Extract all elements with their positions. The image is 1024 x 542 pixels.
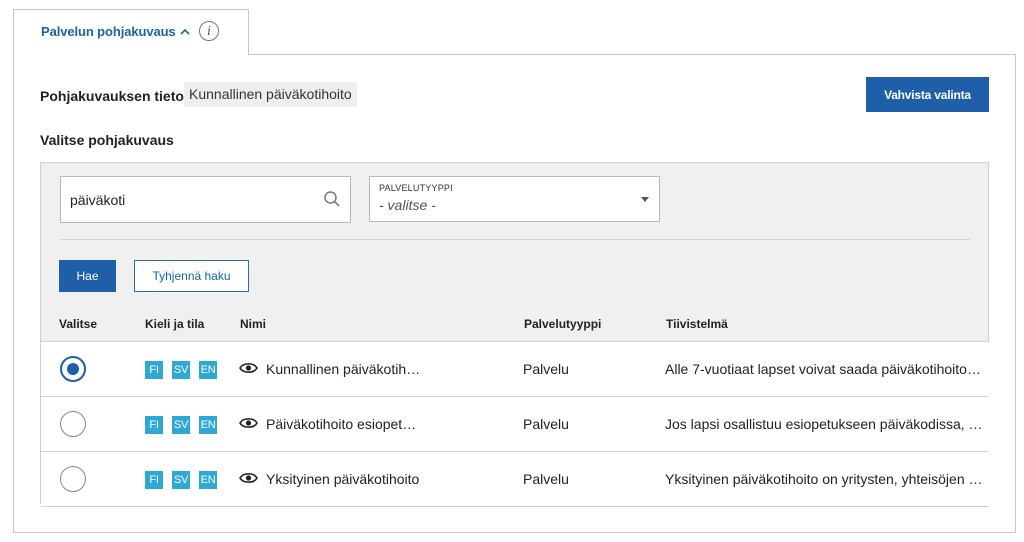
- template-summary: Yksityinen päiväkotihoito on yritysten, …: [665, 471, 983, 487]
- tab-label: Palvelun pohjakuvaus: [41, 24, 176, 39]
- select-radio[interactable]: [60, 411, 86, 437]
- divider: [60, 239, 970, 240]
- search-icon[interactable]: [323, 190, 341, 208]
- eye-icon[interactable]: [239, 361, 258, 375]
- select-radio[interactable]: [60, 356, 86, 382]
- template-type: Palvelu: [523, 416, 569, 432]
- language-badge-en: EN: [199, 471, 217, 489]
- eye-icon[interactable]: [239, 471, 258, 485]
- header-select: Valitse: [59, 317, 98, 331]
- language-badges: FI SV EN: [145, 416, 217, 434]
- search-input-value: päiväkoti: [70, 192, 126, 208]
- header-name: Nimi: [240, 317, 267, 331]
- service-type-select[interactable]: PALVELUTYYPPI - valitse -: [369, 176, 660, 222]
- clear-search-button[interactable]: Tyhjennä haku: [134, 260, 249, 292]
- info-icon[interactable]: i: [199, 21, 219, 41]
- search-button[interactable]: Hae: [59, 260, 116, 292]
- section-title: Valitse pohjakuvaus: [40, 132, 174, 148]
- confirm-selection-button[interactable]: Vahvista valinta: [866, 77, 989, 112]
- language-badge-fi: FI: [145, 471, 163, 489]
- template-field-title: Pohjakuvauksen tieto: [40, 88, 184, 104]
- language-badges: FI SV EN: [145, 471, 217, 489]
- eye-icon[interactable]: [239, 416, 258, 430]
- service-type-label: PALVELUTYYPPI: [379, 183, 453, 193]
- template-type: Palvelu: [523, 471, 569, 487]
- language-badge-en: EN: [199, 416, 217, 434]
- table-row: FI SV EN Yksityinen päiväkotihoito Palve…: [41, 452, 989, 507]
- service-template-tab[interactable]: Palvelun pohjakuvaus i: [13, 9, 249, 55]
- template-name: Yksityinen päiväkotihoito: [266, 471, 420, 487]
- language-badge-sv: SV: [172, 361, 190, 379]
- template-field-value: Kunnallinen päiväkotihoito: [184, 82, 357, 107]
- service-type-value: - valitse -: [379, 197, 436, 213]
- language-badge-fi: FI: [145, 416, 163, 434]
- template-name: Kunnallinen päiväkotih…: [266, 361, 421, 377]
- table-row: FI SV EN Päiväkotihoito esiopet… Palvelu…: [41, 397, 989, 452]
- chevron-up-icon: [179, 28, 190, 35]
- language-badge-fi: FI: [145, 361, 163, 379]
- language-badge-en: EN: [199, 361, 217, 379]
- template-summary: Alle 7-vuotiaat lapset voivat saada päiv…: [665, 361, 981, 377]
- language-badge-sv: SV: [172, 416, 190, 434]
- header-type: Palvelutyyppi: [524, 317, 602, 331]
- template-type: Palvelu: [523, 361, 569, 377]
- header-language: Kieli ja tila: [145, 317, 205, 331]
- template-summary: Jos lapsi osallistuu esiopetukseen päivä…: [665, 416, 983, 432]
- chevron-down-icon: [641, 197, 649, 202]
- table-row: FI SV EN Kunnallinen päiväkotih… Palvelu…: [41, 342, 989, 397]
- search-input[interactable]: päiväkoti: [60, 176, 351, 223]
- template-name: Päiväkotihoito esiopet…: [266, 416, 417, 432]
- results-table: FI SV EN Kunnallinen päiväkotih… Palvelu…: [41, 341, 989, 507]
- header-summary: Tiivistelmä: [666, 317, 728, 331]
- select-radio[interactable]: [60, 466, 86, 492]
- tab-label-wrap[interactable]: Palvelun pohjakuvaus: [41, 24, 191, 39]
- language-badge-sv: SV: [172, 471, 190, 489]
- language-badges: FI SV EN: [145, 361, 217, 379]
